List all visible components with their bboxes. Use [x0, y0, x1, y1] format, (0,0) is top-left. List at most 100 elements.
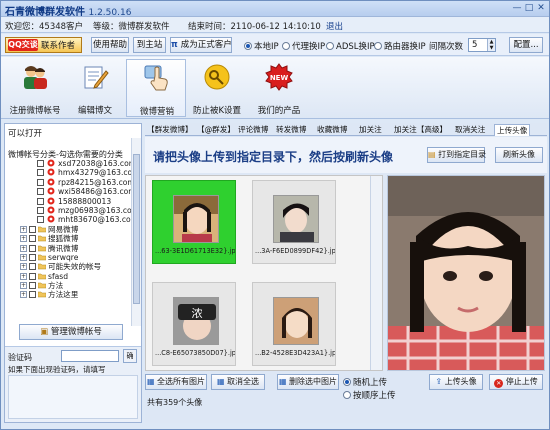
- category-checkbox[interactable]: [29, 225, 36, 233]
- category-row[interactable]: + 网易微博: [7, 225, 131, 234]
- avatar-thumbnail[interactable]: ...3A-F6ED0899DF42}.jpg: [252, 180, 336, 264]
- category-row[interactable]: + serwqre: [7, 253, 131, 262]
- tree-scrollbar[interactable]: [131, 138, 141, 326]
- maximize-button[interactable]: □: [523, 3, 535, 14]
- folder-icon: [37, 234, 47, 242]
- account-checkbox[interactable]: [37, 197, 44, 205]
- expand-icon[interactable]: +: [20, 272, 27, 280]
- category-checkbox[interactable]: [29, 244, 36, 252]
- tab-favorite[interactable]: 收藏微博: [317, 124, 347, 136]
- scroll-thumb[interactable]: [133, 154, 140, 304]
- close-button[interactable]: ✕: [535, 3, 547, 14]
- tab-upload-avatar[interactable]: 上传头像: [494, 124, 531, 136]
- tab-follow-advanced[interactable]: 加关注【高级】: [394, 124, 447, 136]
- expand-icon[interactable]: +: [20, 253, 27, 261]
- account-row[interactable]: hmx43279@163.com: [7, 168, 131, 177]
- category-checkbox[interactable]: [29, 235, 36, 243]
- account-checkbox[interactable]: [37, 188, 44, 196]
- weibo-account-icon: [47, 215, 55, 223]
- category-checkbox[interactable]: [29, 272, 36, 280]
- account-row[interactable]: wxi58486@163.com: [7, 187, 131, 196]
- config-button[interactable]: 配置...: [509, 37, 543, 53]
- avatar-thumbnail[interactable]: ...B2-4528E3D423A1}.jpg: [252, 282, 336, 366]
- radio-dot: [374, 42, 382, 50]
- account-checkbox[interactable]: [37, 160, 44, 167]
- tab-follow[interactable]: 加关注: [359, 124, 382, 136]
- account-row[interactable]: rpz84215@163.com: [7, 178, 131, 187]
- contact-author-label: 联系作者: [41, 41, 76, 51]
- qq-chat-button[interactable]: QQ交谈 联系作者: [5, 37, 82, 53]
- category-name: 搜狐微博: [48, 234, 79, 244]
- account-checkbox[interactable]: [37, 216, 44, 224]
- interval-spinner[interactable]: 5 ▲ ▼: [468, 38, 496, 52]
- ribbon-weibo-marketing[interactable]: 微博营销: [126, 59, 186, 117]
- hand-pointer-icon: [144, 65, 168, 91]
- avatar-filename: ...B2-4528E3D423A1}.jpg: [255, 349, 335, 357]
- expand-icon[interactable]: +: [20, 225, 27, 233]
- ribbon-edit-post[interactable]: 编辑博文: [65, 59, 125, 117]
- account-row[interactable]: mzg06983@163.com: [7, 206, 131, 215]
- logout-link[interactable]: 退出: [326, 20, 343, 32]
- weibo-account-icon: [47, 197, 55, 205]
- category-checkbox[interactable]: [29, 291, 36, 299]
- account-checkbox[interactable]: [37, 206, 44, 214]
- ribbon-our-products[interactable]: NEW 我们的产品: [249, 59, 309, 117]
- homepage-button[interactable]: 到主站: [133, 37, 166, 53]
- upload-avatar-button[interactable]: ⇪ 上传头像: [429, 374, 483, 390]
- radio-dot: [282, 42, 290, 50]
- welcome-text: 欢迎您：45348客户: [5, 22, 84, 32]
- proxy-radio-local[interactable]: 本地IP: [244, 40, 279, 52]
- expand-icon[interactable]: +: [20, 244, 27, 252]
- expand-icon[interactable]: +: [20, 263, 27, 271]
- category-checkbox[interactable]: [29, 253, 36, 261]
- expand-icon[interactable]: +: [20, 291, 27, 299]
- deselect-all-button[interactable]: ▦ 取消全选: [211, 374, 265, 390]
- category-row[interactable]: + 腾讯微博: [7, 244, 131, 253]
- tab-at-post[interactable]: 【@群发】: [197, 124, 235, 136]
- category-row[interactable]: + 可能失效的帐号: [7, 262, 131, 271]
- category-row[interactable]: + 方法这里: [7, 290, 131, 299]
- captcha-area: 验证码 确 如果下面出现验证码，请填写: [5, 346, 141, 422]
- ribbon-label: 编辑博文: [77, 106, 112, 116]
- ribbon-register-accounts[interactable]: 注册微博帐号: [5, 59, 65, 117]
- manage-accounts-button[interactable]: ▣ 管理微博帐号: [19, 324, 123, 340]
- proxy-radio-proxy[interactable]: 代理换IP: [282, 40, 325, 52]
- tab-unfollow[interactable]: 取消关注: [455, 124, 485, 136]
- expand-icon[interactable]: +: [20, 235, 27, 243]
- tab-comment[interactable]: 评论微博: [238, 124, 268, 136]
- captcha-input[interactable]: [61, 350, 119, 362]
- category-checkbox[interactable]: [29, 263, 36, 271]
- account-row[interactable]: 15888800013: [7, 197, 131, 206]
- proxy-radio-adsl[interactable]: ADSL换IP: [326, 40, 375, 52]
- upload-mode-sequential[interactable]: 按顺序上传: [343, 389, 396, 401]
- ribbon-anti-ban-settings[interactable]: 防止被K设置: [187, 59, 247, 117]
- edit-document-icon: [84, 66, 109, 89]
- category-checkbox[interactable]: [29, 282, 36, 290]
- upload-mode-random[interactable]: 随机上传: [343, 376, 387, 388]
- category-row[interactable]: + sfasd: [7, 272, 131, 281]
- proxy-radio-router[interactable]: 路由器换IP: [374, 40, 426, 52]
- account-row[interactable]: xsd72038@163.com: [7, 159, 131, 168]
- captcha-confirm-button[interactable]: 确: [123, 349, 137, 363]
- minimize-button[interactable]: —: [511, 3, 523, 14]
- select-all-button[interactable]: ▦ 全选所有图片: [145, 374, 207, 390]
- avatar-thumbnail[interactable]: ...63-3E1D61713E32}.jpg: [152, 180, 236, 264]
- spin-arrows-icon[interactable]: ▲ ▼: [487, 39, 495, 51]
- category-row[interactable]: + 搜狐微博: [7, 234, 131, 243]
- avatar-thumbnail[interactable]: 浓 ...C8-E65073850D07}.jpg: [152, 282, 236, 366]
- account-row[interactable]: mht83670@163.com: [7, 215, 131, 224]
- account-checkbox[interactable]: [37, 178, 44, 186]
- grid-scrollbar[interactable]: [370, 176, 382, 370]
- delete-selected-button[interactable]: ▦ 删除选中图片: [277, 374, 339, 390]
- open-folder-button[interactable]: ▤ 打到指定目录: [427, 147, 486, 163]
- upgrade-button[interactable]: π 成为正式客户: [170, 37, 232, 53]
- refresh-avatars-button[interactable]: 刷新头像: [495, 147, 543, 163]
- tab-group-post[interactable]: 【群发微博】: [147, 124, 193, 136]
- expand-icon[interactable]: +: [20, 282, 27, 290]
- left-panel-title: 可以打开: [8, 129, 43, 139]
- tab-repost[interactable]: 转发微博: [276, 124, 306, 136]
- help-button[interactable]: 使用帮助: [91, 37, 129, 53]
- account-checkbox[interactable]: [37, 169, 44, 177]
- avatar-filename: ...3A-F6ED0899DF42}.jpg: [255, 247, 335, 255]
- stop-upload-button[interactable]: ✕ 停止上传: [489, 374, 543, 390]
